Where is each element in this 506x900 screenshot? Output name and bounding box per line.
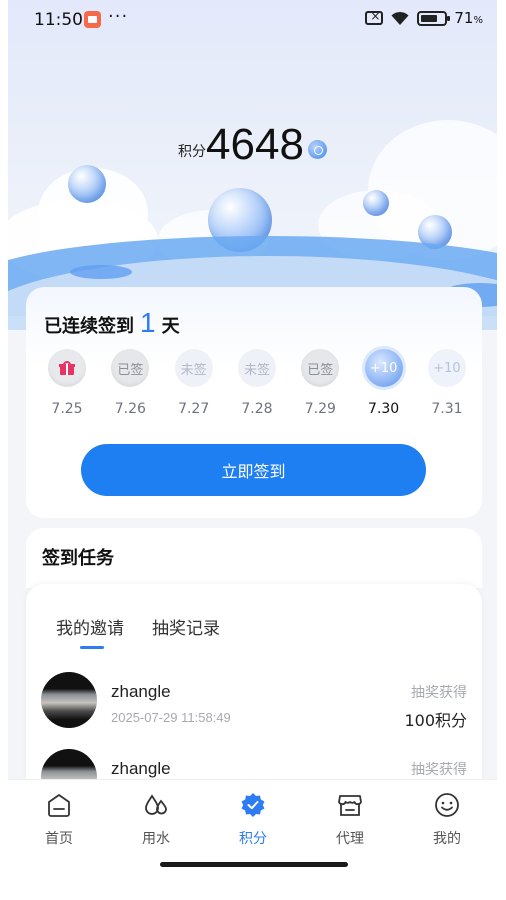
points-total: 积分4648 <box>8 123 497 167</box>
nav-profile[interactable]: 我的 <box>412 792 482 848</box>
day-status-upcoming: +10 <box>427 349 466 387</box>
day-status-signed: 已签 <box>301 349 340 387</box>
day-status-gift <box>48 349 86 387</box>
record-source: 抽奖获得 <box>411 685 467 701</box>
day-date: 7.31 <box>431 401 463 417</box>
day-status-signed: 已签 <box>111 349 150 387</box>
day-date: 7.30 <box>368 401 400 417</box>
day-status-today: +10 <box>364 349 403 387</box>
nav-label: 首页 <box>45 831 73 847</box>
tasks-title: 签到任务 <box>42 548 114 569</box>
status-icons: 71% <box>365 9 483 27</box>
sign-day-7-27: 未签 7.27 <box>169 349 219 417</box>
day-date: 7.28 <box>241 401 273 417</box>
status-time: 11:50 <box>34 10 83 30</box>
nav-home[interactable]: 首页 <box>24 792 94 848</box>
list-item[interactable]: zhangle 2025-07-29 11:58:49 抽奖获得 100积分 <box>41 672 467 732</box>
bubble-decoration <box>68 165 106 203</box>
record-source: 抽奖获得 <box>411 762 467 778</box>
sign-in-button[interactable]: 立即签到 <box>81 444 426 496</box>
sign-day-7-26: 已签 7.26 <box>105 349 155 417</box>
sign-day-7-29: 已签 7.29 <box>295 349 345 417</box>
tab-lottery-records[interactable]: 抽奖记录 <box>152 614 220 639</box>
nav-agent[interactable]: 代理 <box>315 792 385 848</box>
streak-days: 1 <box>140 307 156 338</box>
home-icon <box>48 794 70 817</box>
sign-day-7-25: 7.25 <box>42 349 92 417</box>
day-date: 7.25 <box>51 401 83 417</box>
battery-icon <box>417 10 451 26</box>
nav-points[interactable]: 积分 <box>218 792 288 848</box>
points-badge-icon <box>241 793 265 817</box>
tab-my-invites[interactable]: 我的邀请 <box>56 614 124 649</box>
record-time: 2025-07-29 11:58:49 <box>111 710 231 725</box>
record-user-name: zhangle <box>111 759 171 778</box>
sign-tasks-card: 签到任务 <box>26 528 482 588</box>
app-notification-icon <box>84 11 101 28</box>
coin-icon <box>307 140 327 159</box>
sign-day-7-31: +10 7.31 <box>422 349 472 417</box>
status-bar: 11:50 ··· 71% <box>8 0 497 40</box>
points-value: 4648 <box>206 120 304 169</box>
record-amount: 100积分 <box>404 711 467 730</box>
streak-prefix: 已连续签到 <box>44 316 134 337</box>
avatar <box>41 672 97 728</box>
day-date: 7.27 <box>178 401 210 417</box>
water-icon <box>145 794 167 815</box>
bubble-decoration <box>363 190 389 216</box>
no-sim-icon <box>365 9 384 25</box>
nav-label: 用水 <box>142 831 170 847</box>
nav-label: 代理 <box>336 831 364 847</box>
battery-percentage: 71% <box>454 9 483 27</box>
records-tabs: 我的邀请 抽奖记录 <box>56 614 220 649</box>
bottom-navigation: 首页 用水 积分 代理 我的 <box>8 779 497 900</box>
home-indicator[interactable] <box>160 862 348 867</box>
records-card: 我的邀请 抽奖记录 zhangle 2025-07-29 11:58:49 抽奖… <box>26 584 482 784</box>
wifi-icon <box>391 11 409 25</box>
wave-decoration <box>70 265 132 279</box>
nav-label: 积分 <box>239 831 267 847</box>
sign-day-7-30: +10 7.30 <box>359 349 409 417</box>
gift-icon <box>59 361 75 375</box>
points-hero: 11:50 ··· 71% 积分4648 <box>8 0 497 330</box>
streak-suffix: 天 <box>161 316 180 337</box>
sign-streak: 已连续签到 1 天 <box>44 309 180 338</box>
day-status-missed: 未签 <box>174 349 213 387</box>
sign-in-card: 已连续签到 1 天 7.25 已签 7.26 未签 7.27 未签 7.28 已… <box>26 287 482 518</box>
day-date: 7.26 <box>114 401 146 417</box>
more-notifications-icon: ··· <box>108 6 129 27</box>
day-status-missed: 未签 <box>237 349 276 387</box>
points-label: 积分 <box>178 144 207 160</box>
store-icon <box>338 795 362 816</box>
nav-water[interactable]: 用水 <box>121 792 191 848</box>
app-screen: 11:50 ··· 71% 积分4648 已连续签到 1 天 <box>8 0 497 900</box>
day-date: 7.29 <box>304 401 336 417</box>
sign-calendar: 7.25 已签 7.26 未签 7.27 未签 7.28 已签 7.29 +10… <box>42 349 472 417</box>
record-user-name: zhangle <box>111 682 171 701</box>
nav-label: 我的 <box>433 831 461 847</box>
sign-day-7-28: 未签 7.28 <box>232 349 282 417</box>
smiley-icon <box>435 793 459 817</box>
